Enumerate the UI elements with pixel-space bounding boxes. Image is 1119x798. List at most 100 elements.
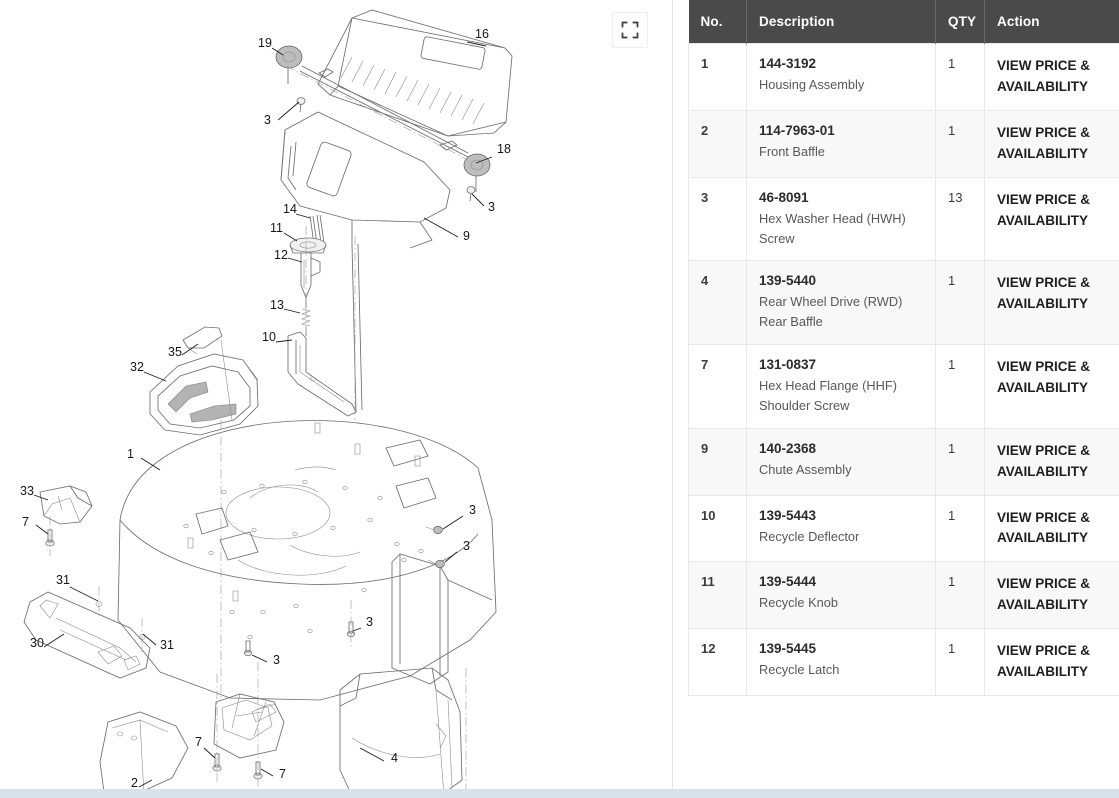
table-row[interactable]: 11 139-5444 Recycle Knob 1 VIEW PRICE & AVAI… (688, 561, 1119, 630)
column-header-description[interactable]: Description (746, 0, 936, 44)
cell-description: 144-3192 Housing Assembly (746, 43, 936, 111)
callout-number: 3 (463, 539, 470, 553)
column-header-no[interactable]: No. (688, 0, 747, 44)
view-price-availability-link[interactable]: VIEW PRICE & AVAILABILITY (997, 641, 1119, 683)
callout-number: 3 (273, 653, 280, 667)
callout-number: 10 (262, 330, 276, 344)
part-33-bracket (39, 485, 93, 525)
callout-number: 9 (463, 229, 470, 243)
cell-qty: 1 (935, 628, 985, 697)
center-lines (49, 65, 469, 796)
view-price-availability-link[interactable]: VIEW PRICE & AVAILABILITY (997, 357, 1119, 399)
cell-qty: 1 (935, 561, 985, 630)
callout-leaders (33, 41, 493, 788)
callout-number: 35 (168, 345, 182, 359)
cell-no: 7 (688, 344, 747, 429)
lower-center-bracket (213, 693, 285, 759)
callout-number: 1 (127, 447, 134, 461)
cell-qty: 13 (935, 176, 985, 262)
view-price-availability-link[interactable]: VIEW PRICE & AVAILABILITY (997, 574, 1119, 616)
table-row[interactable]: 1 144-3192 Housing Assembly 1 VIEW PRICE & A… (688, 43, 1119, 111)
callout-number: 7 (195, 735, 202, 749)
fullscreen-expand-icon (621, 21, 639, 39)
part-description: Recycle Deflector (759, 528, 860, 544)
fullscreen-expand-button[interactable] (612, 12, 648, 48)
view-price-availability-link[interactable]: VIEW PRICE & AVAILABILITY (997, 508, 1119, 550)
part-12-recycle-latch (300, 253, 321, 308)
column-header-qty[interactable]: QTY (935, 0, 985, 44)
part-description: Front Baffle (759, 143, 825, 159)
view-price-availability-link[interactable]: VIEW PRICE & AVAILABILITY (997, 56, 1119, 98)
cell-no: 4 (688, 260, 747, 345)
table-row[interactable]: 3 46-8091 Hex Washer Head (HWH) Screw 13 VIE… (688, 176, 1119, 262)
callout-number: 32 (130, 360, 144, 374)
callout-number: 3 (469, 503, 476, 517)
cell-qty: 1 (935, 494, 985, 563)
cell-no: 9 (688, 427, 747, 496)
parts-table-body: 1 144-3192 Housing Assembly 1 VIEW PRICE & A… (688, 43, 1119, 697)
cell-qty: 1 (935, 260, 985, 345)
cell-description: 114-7963-01 Front Baffle (746, 109, 936, 178)
diagram-viewer-panel[interactable]: 19 16 3 18 3 9 14 11 12 13 10 35 32 1 33 7 3 3 31 31 30 3 3 7 7 4… (0, 0, 673, 798)
cell-action: VIEW PRICE & AVAILABILITY (984, 176, 1119, 262)
part-number: 144-3192 (759, 56, 817, 71)
callout-number: 19 (258, 36, 272, 50)
cell-action: VIEW PRICE & AVAILABILITY (984, 109, 1119, 178)
callout-number: 13 (270, 298, 284, 312)
parts-table-header: No. Description QTY Action (688, 0, 1119, 44)
table-row[interactable]: 4 139-5440 Rear Wheel Drive (RWD) Rear Baf… (688, 260, 1119, 345)
cell-description: 46-8091 Hex Washer Head (HWH) Screw (746, 176, 936, 262)
part-number: 46-8091 (759, 189, 809, 205)
part-32-cover (149, 353, 259, 436)
cell-action: VIEW PRICE & AVAILABILITY (984, 260, 1119, 345)
part-description: Rear Wheel Drive (RWD) Rear Baffle (759, 294, 903, 330)
part-19-knob (275, 45, 303, 84)
cell-description: 139-5443 Recycle Deflector (746, 494, 936, 563)
table-row[interactable]: 7 131-0837 Hex Head Flange (HHF) Shoulder … (688, 344, 1119, 429)
callout-number: 2 (131, 776, 138, 790)
callout-number: 3 (366, 615, 373, 629)
cell-qty: 1 (935, 109, 985, 178)
parts-diagram-page: 19 16 3 18 3 9 14 11 12 13 10 35 32 1 33 7 3 3 31 31 30 3 3 7 7 4… (0, 0, 1119, 798)
table-row[interactable]: 2 114-7963-01 Front Baffle 1 VIEW PRICE & AV… (688, 109, 1119, 178)
part-handle-rod (299, 65, 471, 159)
footer-band (0, 789, 1119, 798)
exploded-parts-diagram[interactable]: 1916318391411121310353213373331313033774… (0, 0, 673, 798)
callout-number: 7 (22, 515, 29, 529)
view-price-availability-link[interactable]: VIEW PRICE & AVAILABILITY (997, 190, 1119, 232)
column-header-action[interactable]: Action (984, 0, 1119, 44)
part-description: Recycle Knob (759, 595, 838, 611)
cell-no: 11 (688, 561, 747, 630)
part-number: 139-5445 (759, 641, 817, 657)
callout-number: 31 (56, 573, 70, 587)
part-description: Recycle Latch (759, 662, 840, 678)
part-description: Housing Assembly (759, 77, 865, 92)
cell-action: VIEW PRICE & AVAILABILITY (984, 43, 1119, 111)
cell-no: 10 (688, 494, 747, 563)
cell-action: VIEW PRICE & AVAILABILITY (984, 344, 1119, 429)
cell-action: VIEW PRICE & AVAILABILITY (984, 427, 1119, 496)
callout-number: 3 (264, 113, 271, 127)
part-number: 131-0837 (759, 357, 817, 372)
cell-qty: 1 (935, 344, 985, 429)
cell-description: 139-5445 Recycle Latch (746, 628, 936, 697)
part-3-screw (296, 97, 306, 113)
cell-description: 131-0837 Hex Head Flange (HHF) Shoulder S… (746, 344, 936, 429)
table-row[interactable]: 9 140-2368 Chute Assembly 1 VIEW PRICE & AVA… (688, 427, 1119, 496)
callout-number: 3 (488, 200, 495, 214)
callout-number: 12 (274, 248, 288, 262)
parts-table-panel[interactable]: No. Description QTY Action 1 144-3192 Hous… (673, 0, 1119, 798)
cell-action: VIEW PRICE & AVAILABILITY (984, 628, 1119, 697)
callout-number: 14 (283, 202, 297, 216)
cell-no: 1 (688, 43, 747, 111)
part-4-rear-baffle (339, 667, 463, 797)
table-row[interactable]: 12 139-5445 Recycle Latch 1 VIEW PRICE & AVA… (688, 628, 1119, 697)
view-price-availability-link[interactable]: VIEW PRICE & AVAILABILITY (997, 123, 1119, 165)
view-price-availability-link[interactable]: VIEW PRICE & AVAILABILITY (997, 441, 1119, 483)
part-3-screw (244, 640, 252, 657)
callout-number: 18 (497, 142, 511, 156)
callout-number: 7 (279, 767, 286, 781)
view-price-availability-link[interactable]: VIEW PRICE & AVAILABILITY (997, 273, 1119, 315)
table-row[interactable]: 10 139-5443 Recycle Deflector 1 VIEW PRICE &… (688, 494, 1119, 563)
part-10-recycle-deflector (287, 331, 357, 417)
